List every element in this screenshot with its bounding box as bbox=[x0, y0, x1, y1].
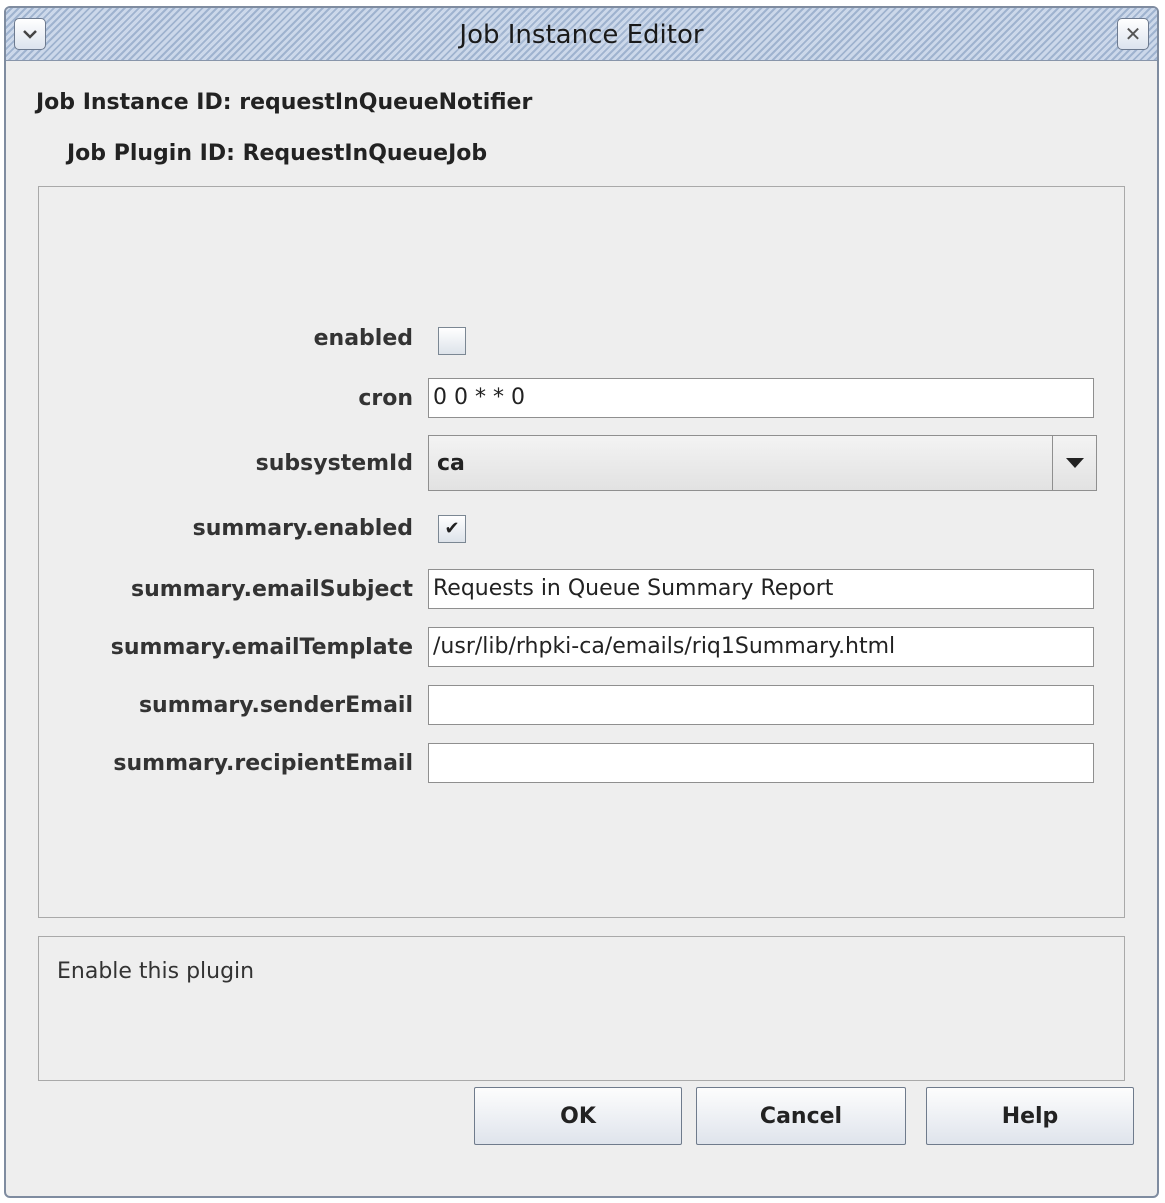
enabled-checkbox[interactable] bbox=[438, 327, 466, 355]
summary-recipientemail-label: summary.recipientEmail bbox=[113, 751, 413, 776]
close-button[interactable]: ✕ bbox=[1117, 18, 1149, 50]
close-icon: ✕ bbox=[1124, 22, 1142, 46]
cron-input[interactable]: 0 0 * * 0 bbox=[428, 378, 1094, 418]
title-bar[interactable]: Job Instance Editor ✕ bbox=[6, 8, 1157, 61]
job-plugin-id-row: Job Plugin ID: RequestInQueueJob bbox=[67, 141, 487, 166]
summary-senderemail-input[interactable] bbox=[428, 685, 1094, 725]
summary-emailtemplate-input[interactable]: /usr/lib/rhpki-ca/emails/riq1Summary.htm… bbox=[428, 627, 1094, 667]
job-plugin-id-value: RequestInQueueJob bbox=[242, 141, 488, 166]
summary-emailsubject-label: summary.emailSubject bbox=[130, 577, 413, 602]
summary-recipientemail-input[interactable] bbox=[428, 743, 1094, 783]
window-title: Job Instance Editor bbox=[459, 20, 704, 50]
ok-button[interactable]: OK bbox=[474, 1087, 682, 1145]
summary-emailtemplate-label: summary.emailTemplate bbox=[110, 635, 413, 660]
summary-enabled-label: summary.enabled bbox=[192, 516, 413, 541]
help-button[interactable]: Help bbox=[926, 1087, 1134, 1145]
enabled-label: enabled bbox=[313, 326, 413, 351]
summary-emailsubject-input[interactable]: Requests in Queue Summary Report bbox=[428, 569, 1094, 609]
job-instance-editor-dialog: Job Instance Editor ✕ Job Instance ID: r… bbox=[4, 6, 1159, 1198]
triangle-down-icon bbox=[1065, 458, 1084, 468]
subsystemid-label: subsystemId bbox=[255, 451, 413, 476]
subsystemid-selected-value: ca bbox=[437, 451, 465, 476]
job-instance-id-label: Job Instance ID: bbox=[36, 90, 232, 115]
cron-label: cron bbox=[358, 386, 413, 411]
parameters-panel bbox=[38, 186, 1125, 918]
job-plugin-id-label: Job Plugin ID: bbox=[67, 141, 235, 166]
job-instance-id-row: Job Instance ID: requestInQueueNotifier bbox=[36, 90, 532, 115]
summary-enabled-checkbox[interactable]: ✔ bbox=[438, 515, 466, 543]
subsystemid-dropdown-button[interactable] bbox=[1052, 436, 1096, 490]
cancel-button[interactable]: Cancel bbox=[696, 1087, 906, 1145]
summary-senderemail-label: summary.senderEmail bbox=[138, 693, 413, 718]
subsystemid-select[interactable]: ca bbox=[428, 435, 1097, 491]
description-panel: Enable this plugin bbox=[38, 936, 1125, 1081]
job-instance-id-value: requestInQueueNotifier bbox=[239, 90, 533, 115]
description-text: Enable this plugin bbox=[57, 959, 255, 984]
